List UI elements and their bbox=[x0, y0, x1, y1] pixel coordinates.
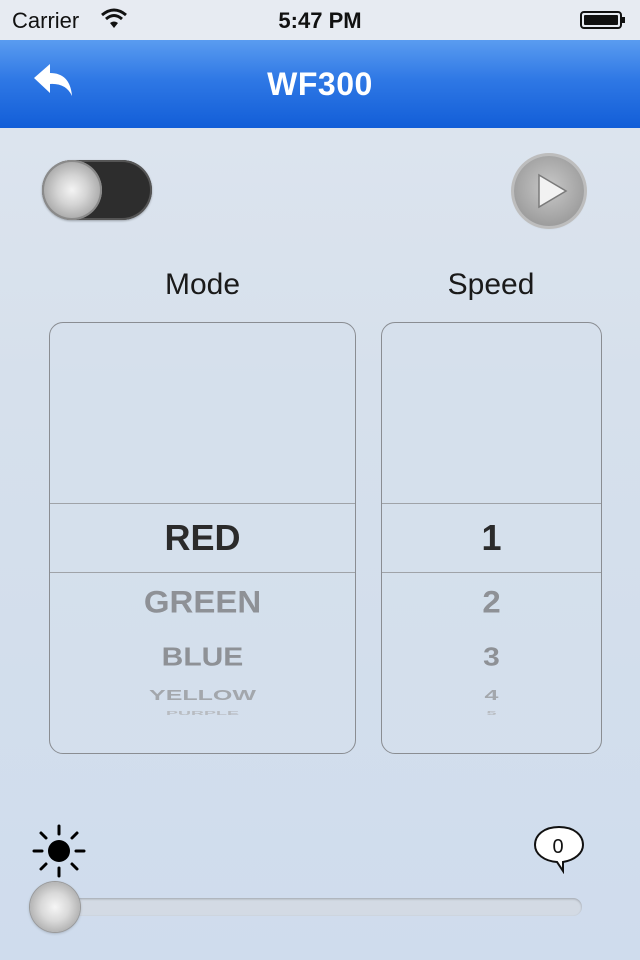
page-title: WF300 bbox=[267, 66, 373, 102]
brightness-value: 0 bbox=[552, 836, 564, 858]
selection-line bbox=[382, 503, 601, 504]
mode-option[interactable]: PURPLE bbox=[50, 710, 355, 716]
mode-option[interactable]: GREEN bbox=[50, 584, 355, 620]
mode-label: Mode bbox=[164, 268, 241, 301]
play-icon bbox=[538, 173, 568, 209]
mode-option[interactable]: RED bbox=[50, 517, 355, 559]
selection-line bbox=[50, 503, 355, 504]
speed-option[interactable]: 1 bbox=[382, 517, 601, 559]
status-time: 5:47 PM bbox=[278, 8, 362, 33]
mode-option[interactable]: YELLOW bbox=[50, 687, 355, 704]
speed-option[interactable]: 4 bbox=[382, 687, 601, 704]
speed-option[interactable]: 5 bbox=[382, 710, 601, 716]
power-toggle[interactable] bbox=[42, 160, 152, 220]
brightness-slider-track[interactable] bbox=[32, 898, 582, 916]
speed-label: Speed bbox=[447, 268, 535, 301]
selection-line bbox=[382, 572, 601, 573]
play-button[interactable] bbox=[514, 156, 584, 226]
navigation-bar: WF300 bbox=[0, 40, 640, 128]
status-bar: Carrier 5:47 PM bbox=[0, 0, 640, 40]
mode-picker[interactable]: RED GREEN BLUE YELLOW PURPLE bbox=[49, 322, 356, 754]
mode-option[interactable]: BLUE bbox=[50, 644, 355, 673]
brightness-slider-thumb[interactable] bbox=[30, 882, 80, 932]
battery-icon bbox=[580, 11, 625, 29]
toggle-knob bbox=[42, 160, 102, 220]
speed-option[interactable]: 2 bbox=[382, 584, 601, 620]
speed-picker[interactable]: 1 2 3 4 5 bbox=[381, 322, 602, 754]
speed-option[interactable]: 3 bbox=[382, 644, 601, 673]
sun-icon bbox=[32, 824, 86, 878]
selection-line bbox=[50, 572, 355, 573]
